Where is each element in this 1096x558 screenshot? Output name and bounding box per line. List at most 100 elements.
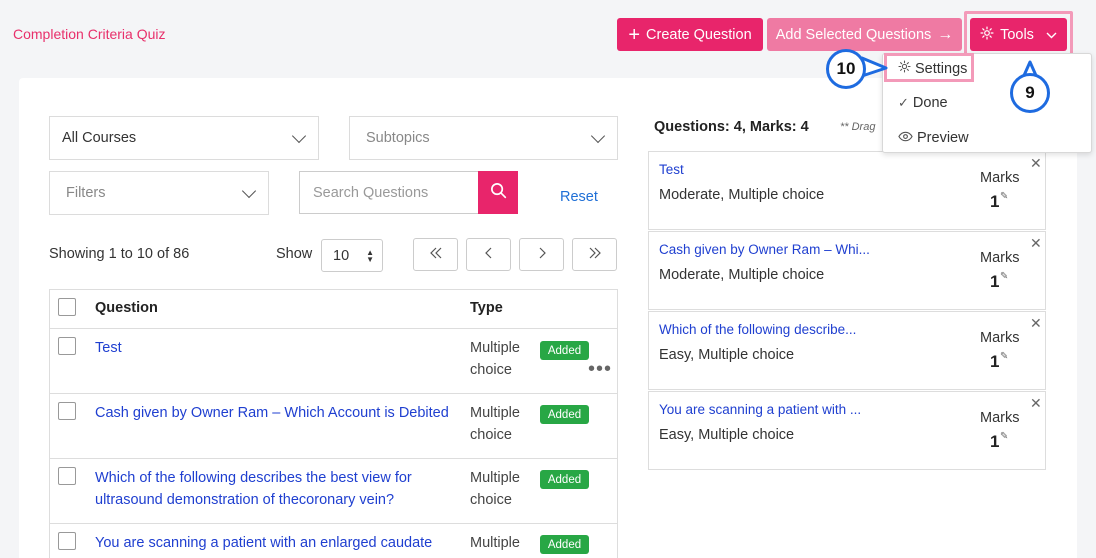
last-page-button[interactable] [572,238,617,271]
settings-highlight [884,53,974,82]
chevron-right-icon [538,246,546,264]
row-checkbox[interactable] [58,402,76,420]
page-title: Completion Criteria Quiz [13,26,166,42]
gear-icon [980,25,994,44]
callout-badge: 9 [1010,73,1050,113]
marks-label: Marks [980,250,1020,266]
tools-button[interactable]: Tools [970,18,1067,51]
selected-question-meta: Moderate, Multiple choice [659,187,825,203]
marks-label: Marks [980,170,1020,186]
type-line: Multiple [470,340,520,356]
chevron-down-icon [291,128,307,144]
added-badge: Added [540,405,589,424]
next-page-button[interactable] [519,238,564,271]
courses-select[interactable]: All Courses [49,116,319,160]
row-checkbox[interactable] [58,467,76,485]
chevron-down-icon [1046,27,1057,43]
filters-placeholder: Filters [66,185,106,201]
drag-note: ** Drag [840,121,876,133]
question-type: Multiple choice [470,467,535,511]
type-line: Multiple [470,405,520,421]
question-column-header: Question [95,300,158,316]
close-icon[interactable]: ✕ [1030,155,1042,172]
question-link[interactable]: You are scanning a patient with an enlar… [95,532,455,554]
arrow-right-icon: → [937,25,954,43]
row-checkbox[interactable] [58,337,76,355]
double-chevron-left-icon [429,246,443,264]
page-size-select[interactable]: 10 ▲ ▼ [321,239,383,272]
question-link[interactable]: Test [95,337,455,359]
close-icon[interactable]: ✕ [1030,315,1042,332]
pencil-icon[interactable]: ✎ [1000,431,1008,442]
pencil-icon[interactable]: ✎ [1000,351,1008,362]
chevron-down-icon [241,183,257,199]
row-checkbox[interactable] [58,532,76,550]
showing-count: Showing 1 to 10 of 86 [49,246,190,262]
subtopics-placeholder: Subtopics [366,130,430,146]
type-column-header: Type [470,300,503,316]
question-link[interactable]: Which of the following describes the bes… [95,467,455,511]
pencil-icon[interactable]: ✎ [1000,191,1008,202]
question-type: Multiple choice [470,402,535,446]
marks-value: 1 [990,192,1000,211]
selected-question-title[interactable]: Which of the following describe... [659,322,856,337]
close-icon[interactable]: ✕ [1030,235,1042,252]
question-type: Multiple [470,532,535,554]
selected-question-card[interactable]: Test Moderate, Multiple choice Marks 1 ✎… [648,151,1046,230]
courses-select-value: All Courses [62,130,137,146]
tools-label: Tools [1000,26,1034,43]
select-all-checkbox[interactable] [58,298,76,316]
marks-label: Marks [980,330,1020,346]
subtopics-select[interactable]: Subtopics [349,116,618,160]
type-line: choice [470,427,512,443]
callout-badge: 10 [826,49,866,89]
search-placeholder: Search Questions [313,184,429,201]
added-badge: Added [540,341,589,360]
type-line: Multiple [470,535,520,551]
selected-question-title[interactable]: Cash given by Owner Ram – Whi... [659,242,870,257]
row-divider [49,523,618,524]
marks-value: 1 [990,352,1000,371]
selected-summary: Questions: 4, Marks: 4 [654,119,809,135]
ellipsis-icon[interactable]: ••• [588,359,612,379]
create-question-label: Create Question [646,26,752,43]
check-icon: ✓ [898,95,909,110]
selected-question-card[interactable]: Cash given by Owner Ram – Whi... Moderat… [648,231,1046,310]
menu-item-done[interactable]: ✓ Done [898,95,948,111]
menu-item-label: Done [912,95,948,111]
selected-question-title[interactable]: You are scanning a patient with ... [659,402,861,417]
close-icon[interactable]: ✕ [1030,395,1042,412]
page-size-value: 10 [333,247,350,264]
type-line: choice [470,492,512,508]
prev-page-button[interactable] [466,238,511,271]
pencil-icon[interactable]: ✎ [1000,271,1008,282]
show-label: Show [276,246,313,262]
menu-item-preview[interactable]: Preview [898,130,969,146]
selected-question-card[interactable]: Which of the following describe... Easy,… [648,311,1046,390]
marks-label: Marks [980,410,1020,426]
added-badge: Added [540,470,589,489]
selected-question-title[interactable]: Test [659,162,684,177]
marks-value: 1 [990,432,1000,451]
added-badge: Added [540,535,589,554]
search-icon [490,182,507,204]
selected-question-meta: Easy, Multiple choice [659,347,795,363]
search-input[interactable]: Search Questions [299,171,479,214]
plus-icon: + [628,23,641,46]
eye-icon [898,130,913,146]
selected-question-card[interactable]: You are scanning a patient with ... Easy… [648,391,1046,470]
reset-link[interactable]: Reset [560,189,598,205]
add-selected-questions-button[interactable]: Add Selected Questions → [767,18,962,51]
add-selected-label: Add Selected Questions [775,26,932,43]
double-chevron-right-icon [588,246,602,264]
row-divider [49,393,618,394]
marks-value: 1 [990,272,1000,291]
create-question-button[interactable]: + Create Question [617,18,763,51]
first-page-button[interactable] [413,238,458,271]
question-link[interactable]: Cash given by Owner Ram – Which Account … [95,402,455,424]
row-divider [49,458,618,459]
type-line: choice [470,362,512,378]
search-button[interactable] [478,171,518,214]
updown-arrows-icon: ▲ ▼ [366,248,374,264]
filters-select[interactable]: Filters [49,171,269,215]
